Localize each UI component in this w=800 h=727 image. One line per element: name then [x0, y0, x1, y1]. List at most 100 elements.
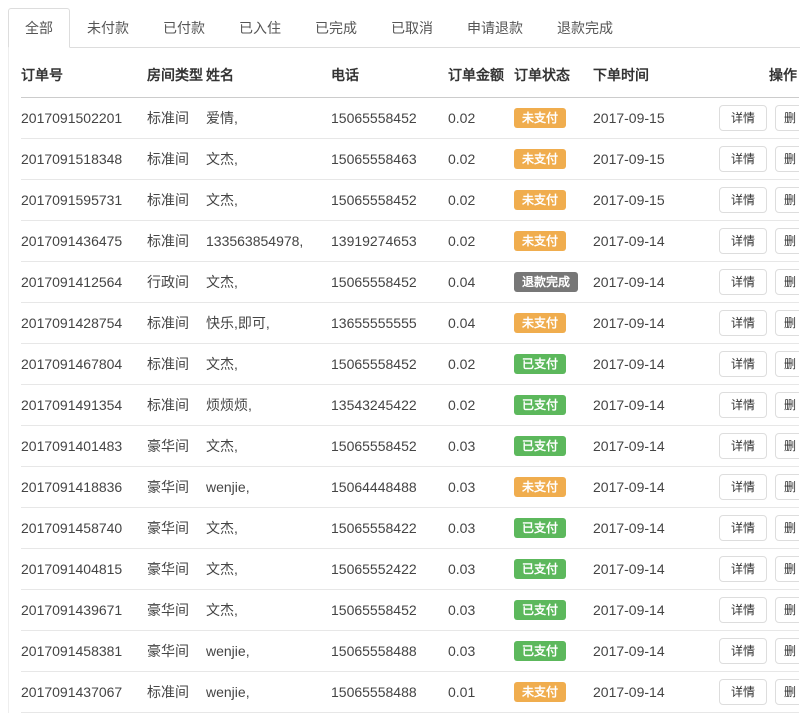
- table-row: 2017091518348标准间文杰,150655584630.02未支付201…: [21, 139, 799, 180]
- tab-4[interactable]: 已完成: [298, 8, 374, 48]
- column-header-1: 房间类型: [147, 48, 206, 98]
- delete-button[interactable]: 删: [775, 228, 799, 254]
- delete-button[interactable]: 删: [775, 597, 799, 623]
- guest-name-cell: wenjie,: [206, 467, 331, 508]
- delete-button[interactable]: 删: [775, 187, 799, 213]
- guest-name-cell: 文杰,: [206, 262, 331, 303]
- delete-button[interactable]: 删: [775, 310, 799, 336]
- table-row: 2017091467804标准间文杰,150655584520.02已支付201…: [21, 344, 799, 385]
- detail-button[interactable]: 详情: [719, 310, 767, 336]
- phone-cell: 15065558452: [331, 98, 448, 139]
- order-date-cell: 2017-09-14: [593, 262, 711, 303]
- tab-3[interactable]: 已入住: [222, 8, 298, 48]
- guest-name-cell: wenjie,: [206, 672, 331, 713]
- delete-button[interactable]: 删: [775, 679, 799, 705]
- order-number-cell: 2017091439671: [21, 590, 147, 631]
- amount-cell: 0.03: [448, 426, 514, 467]
- order-number-cell: 2017091436475: [21, 221, 147, 262]
- status-cell: 已支付: [514, 549, 593, 590]
- delete-button[interactable]: 删: [775, 146, 799, 172]
- room-type-cell: 标准间: [147, 303, 206, 344]
- detail-button[interactable]: 详情: [719, 146, 767, 172]
- tab-1[interactable]: 未付款: [70, 8, 146, 48]
- detail-button[interactable]: 详情: [719, 187, 767, 213]
- detail-button[interactable]: 详情: [719, 515, 767, 541]
- status-badge: 已支付: [514, 395, 566, 415]
- table-row: 2017091412564行政间文杰,150655584520.04退款完成20…: [21, 262, 799, 303]
- order-number-cell: 2017091467804: [21, 344, 147, 385]
- order-number-cell: 2017091428754: [21, 303, 147, 344]
- order-number-cell: 2017091458740: [21, 508, 147, 549]
- phone-cell: 13919274653: [331, 221, 448, 262]
- tab-5[interactable]: 已取消: [374, 8, 450, 48]
- delete-button[interactable]: 删: [775, 638, 799, 664]
- amount-cell: 0.03: [448, 590, 514, 631]
- phone-cell: 15065552422: [331, 549, 448, 590]
- guest-name-cell: 文杰,: [206, 344, 331, 385]
- status-badge: 未支付: [514, 477, 566, 497]
- order-date-cell: 2017-09-14: [593, 590, 711, 631]
- tab-2[interactable]: 已付款: [146, 8, 222, 48]
- actions-cell: 详情删: [711, 672, 799, 713]
- tab-0[interactable]: 全部: [8, 8, 70, 48]
- room-type-cell: 标准间: [147, 180, 206, 221]
- detail-button[interactable]: 详情: [719, 597, 767, 623]
- guest-name-cell: 文杰,: [206, 139, 331, 180]
- detail-button[interactable]: 详情: [719, 228, 767, 254]
- amount-cell: 0.03: [448, 631, 514, 672]
- status-cell: 已支付: [514, 426, 593, 467]
- delete-button[interactable]: 删: [775, 474, 799, 500]
- detail-button[interactable]: 详情: [719, 556, 767, 582]
- detail-button[interactable]: 详情: [719, 351, 767, 377]
- detail-button[interactable]: 详情: [719, 105, 767, 131]
- amount-cell: 0.02: [448, 180, 514, 221]
- status-cell: 未支付: [514, 139, 593, 180]
- actions-cell: 详情删: [711, 426, 799, 467]
- room-type-cell: 标准间: [147, 385, 206, 426]
- status-cell: 未支付: [514, 98, 593, 139]
- orders-table-container: 订单号房间类型姓名电话订单金额订单状态下单时间操作 2017091502201标…: [8, 48, 800, 713]
- detail-button[interactable]: 详情: [719, 433, 767, 459]
- detail-button[interactable]: 详情: [719, 392, 767, 418]
- phone-cell: 15065558452: [331, 180, 448, 221]
- table-header-row: 订单号房间类型姓名电话订单金额订单状态下单时间操作: [21, 48, 799, 98]
- status-badge: 未支付: [514, 313, 566, 333]
- orders-table: 订单号房间类型姓名电话订单金额订单状态下单时间操作 2017091502201标…: [21, 48, 799, 713]
- room-type-cell: 豪华间: [147, 631, 206, 672]
- delete-button[interactable]: 删: [775, 556, 799, 582]
- column-header-5: 订单状态: [514, 48, 593, 98]
- order-date-cell: 2017-09-14: [593, 549, 711, 590]
- tab-6[interactable]: 申请退款: [450, 8, 540, 48]
- status-badge: 未支付: [514, 190, 566, 210]
- delete-button[interactable]: 删: [775, 515, 799, 541]
- status-cell: 未支付: [514, 467, 593, 508]
- detail-button[interactable]: 详情: [719, 269, 767, 295]
- delete-button[interactable]: 删: [775, 351, 799, 377]
- room-type-cell: 标准间: [147, 344, 206, 385]
- order-number-cell: 2017091412564: [21, 262, 147, 303]
- status-badge: 已支付: [514, 559, 566, 579]
- tab-7[interactable]: 退款完成: [540, 8, 630, 48]
- table-row: 2017091404815豪华间文杰,150655524220.03已支付201…: [21, 549, 799, 590]
- order-date-cell: 2017-09-14: [593, 221, 711, 262]
- delete-button[interactable]: 删: [775, 269, 799, 295]
- delete-button[interactable]: 删: [775, 433, 799, 459]
- delete-button[interactable]: 删: [775, 392, 799, 418]
- order-number-cell: 2017091458381: [21, 631, 147, 672]
- detail-button[interactable]: 详情: [719, 474, 767, 500]
- order-management-page: 全部未付款已付款已入住已完成已取消申请退款退款完成 订单号房间类型姓名电话订单金…: [0, 10, 800, 713]
- order-status-tabs: 全部未付款已付款已入住已完成已取消申请退款退款完成: [8, 10, 800, 48]
- column-header-7: 操作: [711, 48, 799, 98]
- status-cell: 未支付: [514, 303, 593, 344]
- amount-cell: 0.04: [448, 262, 514, 303]
- delete-button[interactable]: 删: [775, 105, 799, 131]
- actions-cell: 详情删: [711, 508, 799, 549]
- order-date-cell: 2017-09-14: [593, 426, 711, 467]
- actions-cell: 详情删: [711, 590, 799, 631]
- detail-button[interactable]: 详情: [719, 679, 767, 705]
- guest-name-cell: 文杰,: [206, 590, 331, 631]
- detail-button[interactable]: 详情: [719, 638, 767, 664]
- amount-cell: 0.03: [448, 467, 514, 508]
- phone-cell: 15064448488: [331, 467, 448, 508]
- amount-cell: 0.04: [448, 303, 514, 344]
